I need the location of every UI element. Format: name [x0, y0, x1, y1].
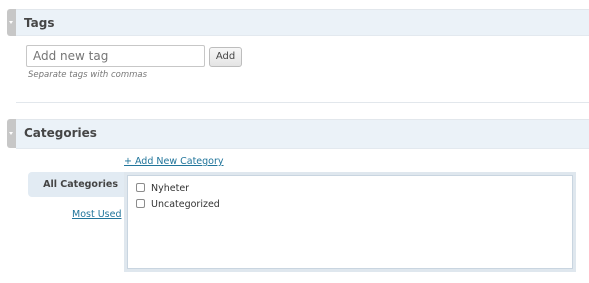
category-checkbox[interactable]: [136, 199, 145, 208]
category-label: Uncategorized: [151, 199, 220, 210]
categories-box-title: Categories: [24, 126, 97, 140]
category-checklist: Nyheter Uncategorized: [127, 175, 573, 269]
add-new-category-link[interactable]: + Add New Category: [124, 156, 224, 167]
categories-box-header[interactable]: Categories: [16, 120, 589, 149]
collapse-arrow-icon: [9, 21, 13, 24]
tab-all-categories[interactable]: All Categories: [28, 172, 124, 197]
new-tag-input[interactable]: [26, 45, 205, 67]
category-checklist-panel: Nyheter Uncategorized: [124, 172, 576, 272]
tab-most-used[interactable]: Most Used: [72, 209, 121, 220]
collapse-arrow-icon: [9, 132, 13, 135]
category-label: Nyheter: [151, 183, 190, 194]
tags-toggle-handle[interactable]: [7, 9, 16, 36]
tags-hint-text: Separate tags with commas: [28, 70, 148, 80]
tags-box-title: Tags: [24, 16, 55, 30]
tags-box-header[interactable]: Tags: [16, 10, 589, 36]
add-tag-button[interactable]: Add: [209, 47, 242, 67]
categories-toggle-handle[interactable]: [7, 119, 16, 148]
category-checkbox[interactable]: [136, 183, 145, 192]
